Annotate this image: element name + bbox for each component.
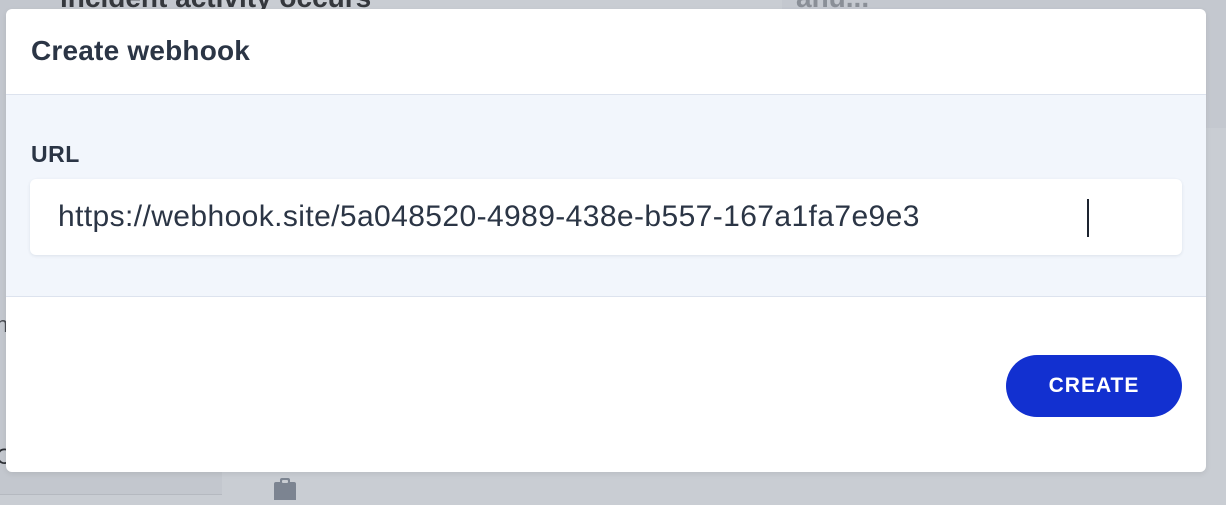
modal-body: URL [6,95,1206,297]
create-button[interactable]: CREATE [1006,355,1182,417]
url-input-container [30,179,1182,255]
clipboard-icon [270,478,300,502]
modal-header: Create webhook [6,9,1206,95]
url-label: URL [31,141,80,167]
modal-title: Create webhook [31,34,251,66]
modal-footer: CREATE [6,297,1206,472]
create-webhook-modal: Create webhook URL CREATE [6,9,1206,472]
text-cursor [1087,199,1089,237]
url-input[interactable] [30,179,1182,255]
background-edge-text: i [0,176,1,202]
